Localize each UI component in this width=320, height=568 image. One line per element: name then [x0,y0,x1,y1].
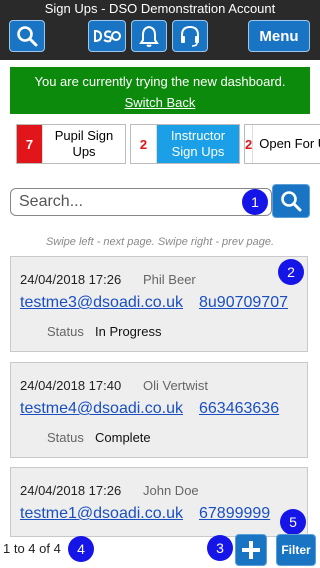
tab-pupil-sign-ups[interactable]: 7 Pupil Sign Ups [16,124,126,164]
annotation-badge-2: 2 [278,259,304,285]
status-label: Status [47,324,84,339]
signup-datetime: 24/04/2018 17:26 [20,272,122,287]
status-value: Complete [95,430,151,445]
signup-phone-link[interactable]: 663463636 [199,400,279,418]
support-button[interactable] [172,20,208,52]
annotation-badge-4: 4 [68,536,94,562]
header-search-button[interactable] [9,20,45,52]
signup-datetime: 24/04/2018 17:26 [20,483,122,498]
signup-card[interactable]: 24/04/2018 17:26 John Doe testme1@dsoadi… [10,467,308,537]
signup-phone-link[interactable]: 67899999 [199,505,270,523]
swipe-hint: Swipe left - next page. Swipe right - pr… [45,236,275,248]
signup-email-link[interactable]: testme3@dsoadi.co.uk [20,294,183,312]
search-input[interactable] [10,188,272,216]
dso-logo-icon [94,29,121,43]
tab-count: 2 [245,125,254,163]
signup-name: John Doe [143,483,199,498]
signup-name: Oli Vertwist [143,378,209,393]
headset-icon [181,25,199,47]
signup-card[interactable]: 24/04/2018 17:40 Oli Vertwist testme4@ds… [10,362,308,458]
annotation-badge-5: 5 [280,509,306,535]
plus-icon [242,541,260,559]
search-button[interactable] [272,184,310,218]
dso-logo-button[interactable] [88,20,126,52]
signup-email-link[interactable]: testme4@dsoadi.co.uk [20,400,183,418]
pagination-text: 1 to 4 of 4 [3,541,61,556]
search-icon [17,26,38,47]
banner-message: You are currently trying the new dashboa… [34,74,286,89]
signup-name: Phil Beer [143,272,196,287]
signup-datetime: 24/04/2018 17:40 [20,378,122,393]
tab-count: 7 [17,125,43,163]
tab-label: Open For Ups [253,136,320,152]
new-dashboard-banner: You are currently trying the new dashboa… [10,67,310,114]
signup-card[interactable]: 24/04/2018 17:26 Phil Beer testme3@dsoad… [10,256,308,352]
status-value: In Progress [95,324,162,339]
signup-phone-link[interactable]: 8u90709707 [199,294,288,312]
status-label: Status [47,430,84,445]
signup-email-link[interactable]: testme1@dsoadi.co.uk [20,505,183,523]
annotation-badge-3: 3 [207,535,233,561]
switch-back-link[interactable]: Switch Back [10,95,310,110]
tab-label: Pupil Sign Ups [43,128,125,160]
tab-open-for-ups[interactable]: 2 Open For Ups [244,124,320,164]
add-button[interactable] [235,534,267,566]
filter-button[interactable]: Filter [276,534,316,566]
menu-button[interactable]: Menu [248,20,310,52]
annotation-badge-1: 1 [242,189,268,215]
notifications-button[interactable] [131,20,167,52]
search-icon [281,191,302,212]
bell-icon [139,25,159,47]
tab-count: 2 [131,125,157,163]
top-bar: Sign Ups - DSO Demonstration Account Men… [0,0,320,60]
app-title: Sign Ups - DSO Demonstration Account [44,1,276,16]
tab-instructor-sign-ups[interactable]: 2 Instructor Sign Ups [130,124,240,164]
tab-label: Instructor Sign Ups [170,128,226,159]
